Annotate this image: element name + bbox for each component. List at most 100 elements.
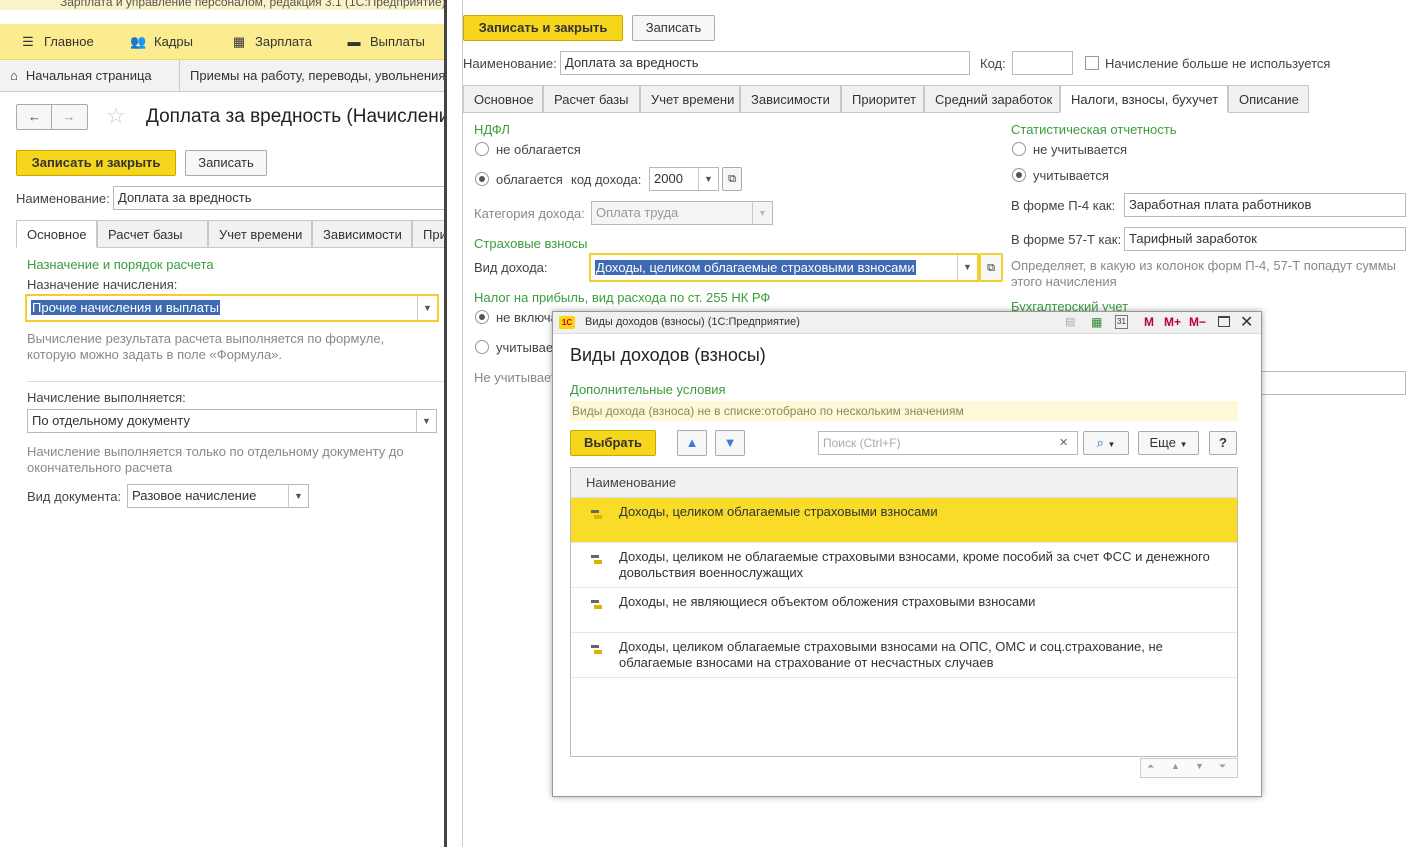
table-row[interactable]: Доходы, целиком облагаемые страховыми вз… [571, 498, 1237, 543]
save-button[interactable]: Записать [185, 150, 267, 176]
row-text: Доходы, целиком облагаемые страховыми вз… [619, 639, 1163, 670]
dialog-title-bar: 1С Виды доходов (взносы) (1С:Предприятие… [553, 312, 1261, 334]
accounting-field[interactable]: ски [1240, 371, 1406, 395]
menu-item-main[interactable]: ☰ Главное [20, 24, 94, 60]
menu-item-salary[interactable]: ▦ Зарплата [231, 24, 312, 60]
chevron-down-icon[interactable]: ▼ [752, 202, 772, 224]
income-category-select[interactable]: Оплата труда ▼ [591, 201, 773, 225]
print-icon[interactable]: ▤ [1065, 315, 1075, 328]
tab-description[interactable]: Описание [1228, 85, 1309, 113]
close-icon[interactable]: ✕ [1240, 312, 1253, 332]
income-type-select[interactable]: Доходы, целиком облагаемые страховыми вз… [589, 253, 979, 282]
search-options-button[interactable]: ⌕ ▼ [1083, 431, 1129, 455]
wallet-icon: ▬ [347, 34, 361, 49]
chevron-down-icon[interactable]: ▼ [957, 255, 977, 280]
m-plus-icon[interactable]: M+ [1164, 315, 1181, 329]
purpose-select[interactable]: Прочие начисления и выплаты ▼ [25, 294, 439, 322]
not-used-checkbox[interactable] [1085, 56, 1099, 70]
code-label: Код: [980, 56, 1006, 71]
search-input[interactable]: Поиск (Ctrl+F) [818, 431, 1078, 455]
calendar-icon[interactable]: 31 [1115, 315, 1128, 329]
right-name-input[interactable]: Доплата за вредность [560, 51, 970, 75]
profit-option2-radio[interactable] [475, 340, 489, 354]
scroll-up-icon[interactable]: ▲ [1171, 761, 1180, 771]
more-button[interactable]: Еще ▼ [1138, 431, 1199, 455]
stat-title: Статистическая отчетность [1011, 122, 1177, 137]
clear-search-icon[interactable]: ✕ [1059, 436, 1068, 449]
ndfl-taxed-radio[interactable] [475, 172, 489, 186]
tab-time-accounting[interactable]: Учет времени [208, 220, 312, 248]
tab-home-page[interactable]: ⌂ Начальная страница [0, 60, 180, 92]
tab-average-earnings[interactable]: Средний заработок [924, 85, 1060, 113]
chevron-down-icon[interactable]: ▼ [416, 410, 436, 432]
menu-item-personnel[interactable]: 👥 Кадры [130, 24, 193, 60]
performed-select[interactable]: По отдельному документу ▼ [27, 409, 437, 433]
tab-time-accounting[interactable]: Учет времени [640, 85, 740, 113]
name-input[interactable]: Доплата за вредность [113, 186, 444, 210]
left-tabs: Основное Расчет базы Учет времени Зависи… [16, 220, 444, 248]
tab-hiring[interactable]: Приемы на работу, переводы, увольнения [180, 60, 444, 92]
forward-arrow-icon[interactable]: → [52, 105, 86, 129]
scroll-top-icon[interactable]: ⏶ [1147, 761, 1154, 772]
tab-base-calc[interactable]: Расчет базы [543, 85, 640, 113]
p4-select[interactable]: Заработная плата работников [1124, 193, 1406, 217]
open-icon[interactable]: ⧉ [979, 253, 1003, 282]
right-save-button[interactable]: Записать [632, 15, 715, 41]
purpose-hint: Вычисление результата расчета выполняетс… [27, 331, 385, 362]
menu-item-payments[interactable]: ▬ Выплаты [346, 24, 425, 60]
tab-taxes[interactable]: Налоги, взносы, бухучет [1060, 85, 1228, 113]
open-windows-bar: ⌂ Начальная страница Приемы на работу, пе… [0, 60, 444, 92]
filter-note: Виды дохода (взноса) не в списке:отобран… [572, 404, 964, 418]
income-code-select[interactable]: 2000 ▼ [649, 167, 719, 191]
m-icon[interactable]: M [1144, 315, 1154, 329]
maximize-icon[interactable] [1218, 316, 1230, 327]
left-title-bar: Зарплата и управление персоналом, редакц… [0, 0, 444, 10]
doc-type-select[interactable]: Разовое начисление ▼ [127, 484, 309, 508]
stat-counted-radio[interactable] [1012, 168, 1026, 182]
right-save-close-button[interactable]: Записать и закрыть [463, 15, 623, 41]
column-header-label: Наименование [586, 475, 677, 490]
tab-priority[interactable]: Приоритет [841, 85, 924, 113]
tab-priority[interactable]: Приоритет [412, 220, 444, 248]
income-types-list: Наименование Доходы, целиком облагаемые … [570, 467, 1238, 757]
tab-main[interactable]: Основное [16, 220, 97, 248]
table-icon[interactable]: ▦ [1091, 315, 1102, 329]
back-arrow-icon[interactable]: ← [18, 105, 52, 129]
form-title: Доплата за вредность (Начисления) [146, 106, 447, 127]
tab-base-calc[interactable]: Расчет базы [97, 220, 208, 248]
open-icon[interactable]: ⧉ [722, 167, 742, 191]
f57-select[interactable]: Тарифный заработок [1124, 227, 1406, 251]
m-minus-icon[interactable]: M− [1189, 315, 1206, 329]
profit-tax-title: Налог на прибыль, вид расхода по ст. 255… [474, 290, 771, 305]
left-window: Зарплата и управление персоналом, редакц… [0, 0, 447, 847]
scroll-down-icon[interactable]: ▼ [1195, 761, 1204, 771]
move-down-icon[interactable]: ▼ [715, 430, 745, 456]
help-button[interactable]: ? [1209, 431, 1237, 455]
menu-label: Кадры [154, 34, 193, 49]
code-input[interactable] [1012, 51, 1073, 75]
stat-not-counted-radio[interactable] [1012, 142, 1026, 156]
tab-dependencies[interactable]: Зависимости [740, 85, 841, 113]
ndfl-not-taxed-radio[interactable] [475, 142, 489, 156]
income-types-dialog: 1С Виды доходов (взносы) (1С:Предприятие… [552, 311, 1262, 797]
column-header[interactable]: Наименование [571, 468, 1237, 498]
select-button[interactable]: Выбрать [570, 430, 656, 456]
chevron-down-icon[interactable]: ▼ [417, 296, 437, 320]
chevron-down-icon[interactable]: ▼ [288, 485, 308, 507]
stat-not-counted-label: не учитывается [1033, 142, 1127, 157]
chevron-down-icon[interactable]: ▼ [698, 168, 718, 190]
extra-conditions-link[interactable]: Дополнительные условия [570, 382, 726, 397]
menu-label: Главное [44, 34, 94, 49]
move-up-icon[interactable]: ▲ [677, 430, 707, 456]
favorite-star-icon[interactable]: ☆ [106, 103, 126, 129]
save-close-button[interactable]: Записать и закрыть [16, 150, 176, 176]
scroll-bottom-icon[interactable]: ⏷ [1219, 761, 1226, 772]
table-row[interactable]: Доходы, целиком не облагаемые страховыми… [571, 543, 1237, 588]
more-label: Еще [1149, 435, 1176, 450]
tab-dependencies[interactable]: Зависимости [312, 220, 412, 248]
profit-option1-radio[interactable] [475, 310, 489, 324]
table-row[interactable]: Доходы, целиком облагаемые страховыми вз… [571, 633, 1237, 678]
table-row[interactable]: Доходы, не являющиеся объектом обложения… [571, 588, 1237, 633]
tab-main[interactable]: Основное [463, 85, 543, 113]
income-code-label: код дохода: [571, 172, 642, 187]
